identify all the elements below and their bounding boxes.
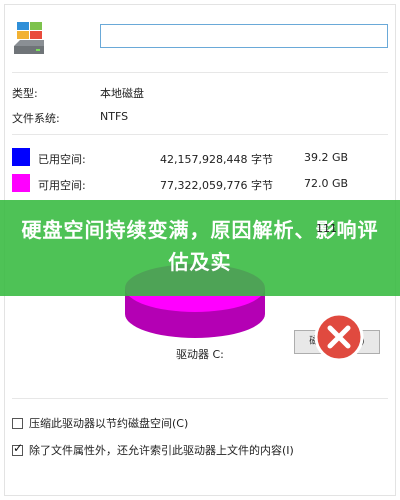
type-value: 本地磁盘 [100, 87, 144, 100]
divider-bottom [12, 398, 388, 399]
free-space-bytes: 77,322,059,776 字节 [160, 179, 273, 192]
used-space-label: 已用空间: [38, 153, 86, 166]
compress-label: 压缩此驱动器以节约磁盘空间(C) [29, 417, 189, 430]
filesystem-value: NTFS [100, 110, 129, 123]
free-space-size: 72.0 GB [304, 177, 349, 190]
index-label: 除了文件属性外，还允许索引此驱动器上文件的内容(I) [29, 444, 294, 457]
divider-top [12, 72, 388, 73]
capacity-bytes-partial: 111 [316, 222, 337, 235]
index-option[interactable]: 除了文件属性外，还允许索引此驱动器上文件的内容(I) [12, 441, 294, 458]
divider-middle [12, 134, 388, 135]
filesystem-label: 文件系统: [12, 112, 60, 125]
article-title-overlay: 硬盘空间持续变满，原因解析、影响评估及实 [0, 200, 400, 296]
used-space-bytes: 42,157,928,448 字节 [160, 153, 273, 166]
close-icon[interactable] [314, 312, 364, 362]
compress-checkbox[interactable] [12, 417, 23, 429]
drive-label: 驱动器 C: [176, 348, 224, 361]
free-space-label: 可用空间: [38, 179, 86, 192]
index-checkbox[interactable] [12, 441, 23, 456]
drive-name-input[interactable] [100, 24, 388, 48]
free-space-swatch [12, 174, 30, 192]
used-space-swatch [12, 148, 30, 166]
type-label: 类型: [12, 87, 38, 100]
compress-option[interactable]: 压缩此驱动器以节约磁盘空间(C) [12, 415, 188, 431]
used-space-size: 39.2 GB [304, 151, 349, 164]
drive-icon [14, 22, 44, 54]
drive-properties-panel: 类型: 本地磁盘 文件系统: NTFS 已用空间: 42,157,928,448… [0, 0, 400, 500]
